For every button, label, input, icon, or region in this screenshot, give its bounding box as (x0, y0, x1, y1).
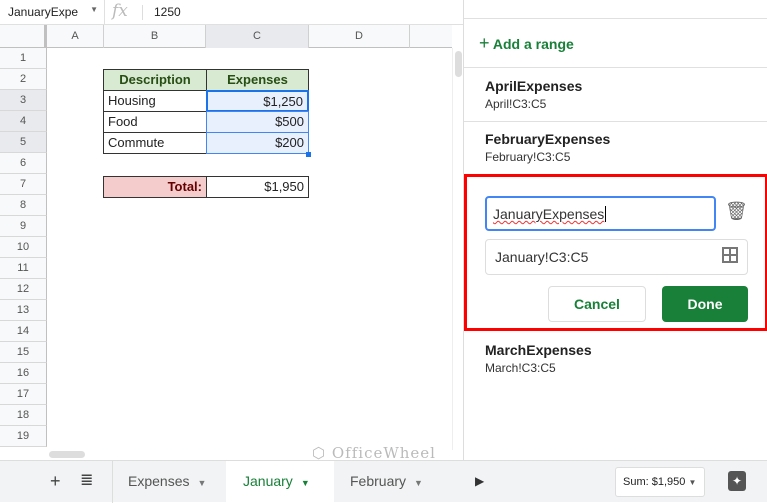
cell-amount[interactable]: $200 (206, 132, 309, 154)
row-header[interactable]: 2 (0, 69, 47, 90)
row-header[interactable]: 8 (0, 195, 47, 216)
row-header[interactable]: 15 (0, 342, 47, 363)
name-box[interactable]: JanuaryExpe ▼ (0, 0, 105, 25)
row-header[interactable]: 12 (0, 279, 47, 300)
tab-february[interactable]: February ▼ (334, 461, 429, 503)
fill-handle[interactable] (306, 152, 311, 157)
tab-label: February (350, 473, 407, 489)
range-ref: March!C3:C5 (485, 361, 556, 375)
row-header[interactable]: 17 (0, 384, 47, 405)
add-range-button[interactable]: + Add a range (479, 33, 574, 54)
chevron-down-icon[interactable]: ▼ (414, 478, 423, 488)
column-header-c[interactable]: C (206, 25, 309, 48)
row-header[interactable]: 16 (0, 363, 47, 384)
total-value[interactable]: $1,950 (206, 176, 309, 198)
row-header[interactable]: 4 (0, 111, 47, 132)
sum-dropdown[interactable]: Sum: $1,950 ▼ (615, 467, 705, 497)
range-name: AprilExpenses (485, 78, 583, 94)
tab-label: January (243, 473, 293, 489)
row-header[interactable]: 9 (0, 216, 47, 237)
total-label[interactable]: Total: (103, 176, 207, 198)
row-header[interactable]: 6 (0, 153, 47, 174)
formula-bar: JanuaryExpe ▼ fx 1250 (0, 0, 463, 25)
divider (464, 67, 767, 68)
column-headers: A B C D (0, 25, 452, 48)
cancel-button[interactable]: Cancel (548, 286, 646, 322)
chevron-down-icon: ▼ (688, 478, 697, 487)
scroll-tabs-right-icon[interactable]: ▶ (475, 461, 484, 503)
row-header[interactable]: 7 (0, 174, 47, 195)
column-header-a[interactable]: A (47, 25, 104, 48)
cell-description[interactable]: Food (103, 111, 207, 133)
watermark-logo: ⬡ OfficeWheel (312, 444, 436, 462)
cell-amount[interactable]: $500 (206, 111, 309, 133)
select-all-corner[interactable] (0, 25, 47, 48)
vertical-scrollbar[interactable] (452, 48, 463, 450)
row-header[interactable]: 1 (0, 48, 47, 69)
chevron-down-icon[interactable]: ▼ (197, 478, 206, 488)
row-header[interactable]: 18 (0, 405, 47, 426)
edit-range-highlight: JanuaryExpenses 🗑 January!C3:C5 Cancel D… (464, 174, 767, 331)
tab-label: Expenses (128, 473, 190, 489)
chevron-down-icon[interactable]: ▼ (301, 478, 310, 488)
range-ref: February!C3:C5 (485, 150, 571, 164)
sheet-tab-bar: + ≣ Expenses ▼ January ▼ February ▼ ▶ Sum: … (0, 460, 767, 503)
header-expenses[interactable]: Expenses (206, 69, 309, 91)
range-ref-value: January!C3:C5 (495, 249, 589, 265)
chevron-down-icon[interactable]: ▼ (90, 5, 98, 14)
divider (464, 121, 767, 122)
range-name: MarchExpenses (485, 342, 592, 358)
row-header[interactable]: 11 (0, 258, 47, 279)
formula-input[interactable]: 1250 (154, 5, 181, 19)
range-name-input[interactable]: JanuaryExpenses (485, 196, 716, 231)
tab-january[interactable]: January ▼ (226, 461, 334, 503)
row-header[interactable]: 10 (0, 237, 47, 258)
column-header-b[interactable]: B (104, 25, 206, 48)
trash-icon[interactable]: 🗑 (725, 201, 748, 222)
scroll-thumb[interactable] (455, 51, 462, 77)
select-range-icon[interactable] (722, 247, 738, 263)
range-name: FebruaryExpenses (485, 131, 611, 147)
range-ref-input[interactable]: January!C3:C5 (485, 239, 748, 275)
range-ref: April!C3:C5 (485, 97, 547, 111)
add-range-label: Add a range (492, 36, 574, 52)
tab-expenses[interactable]: Expenses ▼ (112, 461, 225, 503)
explore-icon[interactable]: ✦ (728, 471, 746, 491)
range-name-value: JanuaryExpenses (493, 206, 605, 222)
watermark-text: OfficeWheel (331, 444, 436, 462)
named-range-item[interactable]: AprilExpenses April!C3:C5 (485, 78, 582, 111)
divider (464, 18, 767, 19)
sum-value: Sum: $1,950 (623, 476, 686, 488)
cell-description[interactable]: Housing (103, 90, 207, 112)
fx-icon: fx (112, 1, 128, 21)
name-box-value: JanuaryExpe (8, 5, 79, 19)
scroll-thumb[interactable] (49, 451, 85, 458)
plus-icon: + (479, 33, 490, 53)
row-header[interactable]: 3 (0, 90, 47, 111)
column-header-d[interactable]: D (309, 25, 410, 48)
all-sheets-icon[interactable]: ≣ (80, 461, 93, 503)
add-sheet-button[interactable]: + (50, 461, 61, 503)
named-ranges-panel: + Add a range AprilExpenses April!C3:C5 F… (463, 0, 767, 460)
named-range-item[interactable]: FebruaryExpenses February!C3:C5 (485, 131, 610, 164)
row-header[interactable]: 13 (0, 300, 47, 321)
done-button[interactable]: Done (662, 286, 748, 322)
named-range-item[interactable]: MarchExpenses March!C3:C5 (485, 342, 592, 375)
row-header[interactable]: 5 (0, 132, 47, 153)
divider (142, 5, 143, 20)
header-description[interactable]: Description (103, 69, 207, 91)
cell-description[interactable]: Commute (103, 132, 207, 154)
row-header[interactable]: 19 (0, 426, 47, 447)
row-header[interactable]: 14 (0, 321, 47, 342)
cell-amount[interactable]: $1,250 (206, 90, 309, 112)
